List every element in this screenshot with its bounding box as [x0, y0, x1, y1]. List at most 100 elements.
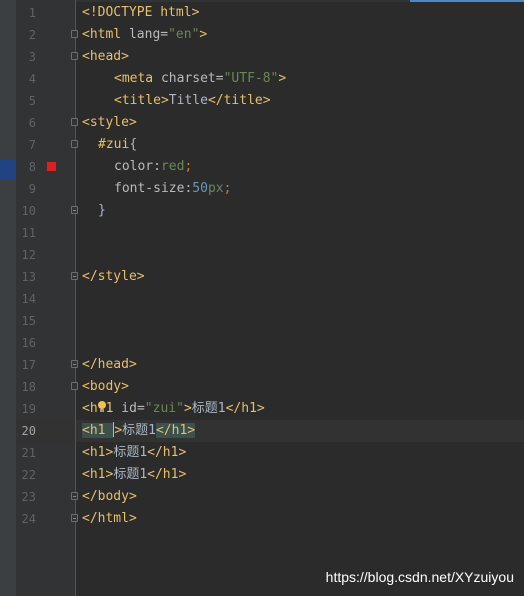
code-text[interactable]: </html> [82, 508, 137, 530]
code-token: > [183, 401, 192, 416]
line-number: 22 [21, 468, 36, 482]
fold-open-icon[interactable] [71, 52, 78, 60]
lightbulb-icon[interactable] [97, 401, 106, 413]
line-number: 1 [28, 6, 36, 20]
code-line-current[interactable]: 20 <h1 >标题1</h1> [0, 420, 524, 442]
fold-close-icon[interactable] [71, 492, 78, 500]
code-text[interactable]: </style> [82, 266, 145, 288]
code-token: ; [184, 159, 193, 174]
code-line[interactable]: 18 <body> [0, 376, 524, 398]
code-token: lang [128, 27, 161, 42]
lightbulb-base [99, 409, 104, 412]
code-token: </h1> [225, 401, 265, 416]
code-text[interactable]: color:red; [114, 156, 192, 178]
code-token: <h [82, 401, 98, 416]
code-text[interactable]: <h1 >标题1</h1> [82, 420, 196, 442]
code-line[interactable]: 5 <title>Title</title> [0, 90, 524, 112]
line-number: 10 [21, 204, 36, 218]
code-token: "en" [168, 27, 200, 42]
code-token: "zui" [144, 401, 184, 416]
code-line[interactable]: 17 </head> [0, 354, 524, 376]
code-line[interactable]: 24 </html> [0, 508, 524, 530]
code-line[interactable]: 16 [0, 332, 524, 354]
code-token: </body> [82, 489, 137, 504]
code-text[interactable]: <html lang="en"> [82, 24, 207, 46]
line-number: 24 [21, 512, 36, 526]
code-token-matched: </h1> [155, 423, 196, 438]
code-token: Title [168, 93, 208, 108]
code-token: <!DOCTYPE html> [82, 5, 200, 20]
line-number: 3 [28, 50, 36, 64]
code-token: <meta [114, 71, 161, 86]
code-line[interactable]: 21 <h1>标题1</h1> [0, 442, 524, 464]
code-text[interactable]: <h 1 id="zui">标题1</h1> [82, 398, 265, 420]
code-token: <h1> [82, 445, 114, 460]
code-token: "UTF-8" [223, 71, 279, 86]
fold-close-icon[interactable] [71, 514, 78, 522]
code-text[interactable]: <!DOCTYPE html> [82, 2, 199, 24]
line-number: 11 [21, 226, 36, 240]
code-token: > [199, 27, 208, 42]
line-number: 15 [21, 314, 36, 328]
code-text[interactable]: #zui{ [98, 134, 137, 156]
code-line[interactable]: 4 <meta charset="UTF-8"> [0, 68, 524, 90]
code-text[interactable]: font-size:50px; [114, 178, 231, 200]
code-editor[interactable]: 1 <!DOCTYPE html> 2 <html lang="en"> 3 <… [0, 0, 524, 596]
line-number: 7 [28, 138, 36, 152]
code-text[interactable]: <head> [82, 46, 129, 68]
line-number: 18 [21, 380, 36, 394]
code-token: red [160, 159, 185, 174]
code-text[interactable]: } [98, 200, 106, 222]
code-token: = [215, 71, 224, 86]
code-line[interactable]: 3 <head> [0, 46, 524, 68]
code-text[interactable]: <style> [82, 112, 137, 134]
line-number: 2 [28, 28, 36, 42]
fold-close-icon[interactable] [71, 206, 78, 214]
line-number: 21 [21, 446, 36, 460]
code-token: </h1> [147, 445, 187, 460]
fold-close-icon[interactable] [71, 360, 78, 368]
code-text[interactable]: <meta charset="UTF-8"> [114, 68, 286, 90]
fold-open-icon[interactable] [71, 30, 78, 38]
code-token: color [114, 159, 154, 174]
code-token: 50 [192, 181, 208, 196]
code-line[interactable]: 22 <h1>标题1</h1> [0, 464, 524, 486]
line-number: 12 [21, 248, 36, 262]
fold-close-icon[interactable] [71, 272, 78, 280]
code-token: = [160, 27, 169, 42]
line-number: 17 [21, 358, 36, 372]
line-number: 9 [28, 182, 36, 196]
code-line[interactable]: 11 [0, 222, 524, 244]
breakpoint-icon[interactable] [47, 162, 56, 171]
fold-open-icon[interactable] [71, 382, 78, 390]
code-line[interactable]: 7 #zui{ [0, 134, 524, 156]
code-line[interactable]: 1 <!DOCTYPE html> [0, 2, 524, 24]
code-text[interactable]: </head> [82, 354, 137, 376]
code-line[interactable]: 8 color:red; [0, 156, 524, 178]
fold-open-icon[interactable] [71, 140, 78, 148]
code-line[interactable]: 15 [0, 310, 524, 332]
code-line[interactable]: 10 } [0, 200, 524, 222]
code-token: <style> [82, 115, 137, 130]
code-token: <html [82, 27, 129, 42]
code-text[interactable]: <h1>标题1</h1> [82, 464, 186, 486]
code-token: <body> [82, 379, 129, 394]
code-line[interactable]: 6 <style> [0, 112, 524, 134]
line-number: 8 [28, 160, 36, 174]
code-line[interactable]: 23 </body> [0, 486, 524, 508]
fold-open-icon[interactable] [71, 118, 78, 126]
code-token: #zui [98, 137, 130, 152]
code-line[interactable]: 9 font-size:50px; [0, 178, 524, 200]
code-text[interactable]: </body> [82, 486, 137, 508]
code-line[interactable]: 13 </style> [0, 266, 524, 288]
code-line[interactable]: 2 <html lang="en"> [0, 24, 524, 46]
code-line[interactable]: 12 [0, 244, 524, 266]
code-token: > [114, 423, 123, 438]
code-line[interactable]: 14 [0, 288, 524, 310]
code-text[interactable]: <h1>标题1</h1> [82, 442, 186, 464]
line-number: 19 [21, 402, 36, 416]
code-line[interactable]: 19 <h 1 id="zui">标题1</h1> [0, 398, 524, 420]
code-text[interactable]: <body> [82, 376, 129, 398]
code-text[interactable]: <title>Title</title> [114, 90, 271, 112]
code-token: id [113, 401, 137, 416]
